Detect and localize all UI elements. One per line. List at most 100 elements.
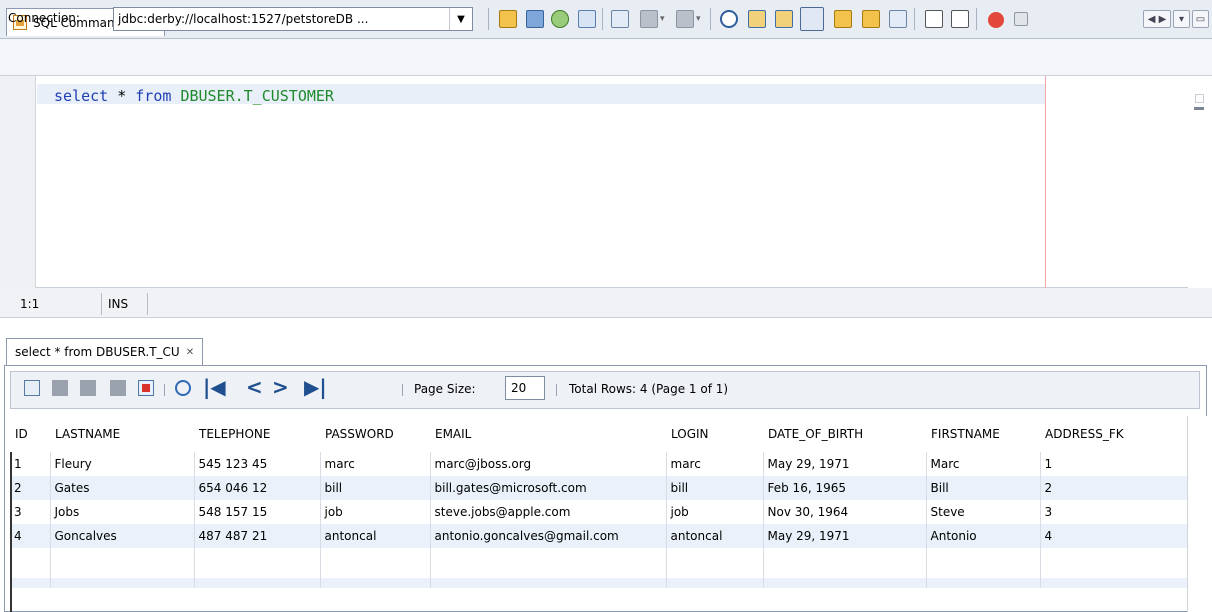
table-cell[interactable]: Jobs (50, 500, 195, 524)
table-cell[interactable]: Steve (926, 500, 1041, 524)
find-prev-icon[interactable] (748, 10, 766, 28)
scroll-tabs-button[interactable]: ◀ ▶ (1143, 10, 1171, 28)
delete-record-icon[interactable] (52, 380, 68, 396)
dropdown-arrow-icon[interactable]: ▾ (696, 14, 701, 24)
tab-query-result[interactable]: select * from DBUSER.T_CU ✕ (6, 338, 204, 365)
table-cell[interactable]: antoncal (666, 524, 764, 548)
commit-record-icon[interactable] (80, 380, 96, 396)
last-page-icon[interactable]: ▶| (304, 377, 327, 397)
next-page-icon[interactable]: > (272, 377, 289, 397)
tab-list-dropdown-button[interactable]: ▾ (1173, 10, 1190, 28)
column-header-id[interactable]: ID (10, 416, 50, 452)
table-cell[interactable]: 1 (1040, 452, 1188, 476)
table-cell[interactable]: 654 046 12 (194, 476, 321, 500)
table-row[interactable]: 4 Goncalves 487 487 21 antoncal antonio.… (10, 524, 1188, 548)
table-cell[interactable]: 1 (10, 452, 51, 476)
chevron-down-icon[interactable]: ▼ (449, 8, 472, 30)
prev-occurrence-icon[interactable] (834, 10, 852, 28)
table-cell[interactable]: antonio.goncalves@gmail.com (430, 524, 667, 548)
page-size-input[interactable]: 20 (505, 376, 545, 400)
table-cell[interactable]: Bill (926, 476, 1041, 500)
column-header-firstname[interactable]: FIRSTNAME (926, 416, 1040, 452)
table-cell[interactable]: antoncal (320, 524, 431, 548)
shift-left-icon[interactable] (925, 10, 943, 28)
table-cell[interactable]: marc (320, 452, 431, 476)
table-cell[interactable]: Fleury (50, 452, 195, 476)
insert-record-icon[interactable] (24, 380, 40, 396)
table-cell[interactable]: bill (320, 476, 431, 500)
shift-right-icon[interactable] (951, 10, 969, 28)
empty-cell (10, 548, 51, 578)
table-cell[interactable]: May 29, 1971 (763, 452, 927, 476)
table-cell[interactable]: Nov 30, 1964 (763, 500, 927, 524)
previous-page-icon[interactable]: < (246, 377, 263, 397)
history-icon[interactable] (551, 10, 569, 28)
new-query-icon[interactable] (578, 10, 596, 28)
toggle-comment-icon[interactable] (640, 10, 658, 28)
table-cell[interactable]: 2 (1040, 476, 1188, 500)
empty-cell (320, 578, 431, 588)
table-cell[interactable]: Feb 16, 1965 (763, 476, 927, 500)
first-page-icon[interactable]: |◀ (203, 377, 226, 397)
empty-cell (926, 548, 1041, 578)
table-cell[interactable]: steve.jobs@apple.com (430, 500, 667, 524)
right-margin-line (1045, 76, 1046, 288)
prev-bookmark-icon[interactable] (611, 10, 629, 28)
table-cell[interactable]: 548 157 15 (194, 500, 321, 524)
table-cell[interactable]: 2 (10, 476, 51, 500)
empty-cell (666, 548, 764, 578)
empty-cell (194, 578, 321, 588)
table-cell[interactable]: Marc (926, 452, 1041, 476)
table-cell[interactable]: 4 (10, 524, 51, 548)
find-icon[interactable] (720, 10, 738, 28)
table-cell[interactable]: 3 (1040, 500, 1188, 524)
table-cell[interactable]: Gates (50, 476, 195, 500)
table-cell[interactable]: 4 (1040, 524, 1188, 548)
next-occurrence-icon[interactable] (862, 10, 880, 28)
table-row[interactable]: 3 Jobs 548 157 15 job steve.jobs@apple.c… (10, 500, 1188, 524)
column-header-date-of-birth[interactable]: DATE_OF_BIRTH (763, 416, 926, 452)
table-cell[interactable]: 3 (10, 500, 51, 524)
truncate-table-icon[interactable] (138, 380, 154, 396)
table-row[interactable]: 1 Fleury 545 123 45 marc marc@jboss.org … (10, 452, 1188, 476)
cancel-edit-icon[interactable] (110, 380, 126, 396)
find-next-icon[interactable] (775, 10, 793, 28)
column-header-email[interactable]: EMAIL (430, 416, 666, 452)
sql-code-line[interactable]: select * from DBUSER.T_CUSTOMER (54, 87, 334, 105)
table-cell[interactable]: marc (666, 452, 764, 476)
table-cell[interactable]: job (666, 500, 764, 524)
table-cell[interactable]: Goncalves (50, 524, 195, 548)
shift-icon[interactable] (676, 10, 694, 28)
page-size-label: Page Size: (414, 382, 476, 396)
table-cell[interactable]: Antonio (926, 524, 1041, 548)
refresh-icon[interactable] (175, 380, 191, 396)
table-cell[interactable]: 487 487 21 (194, 524, 321, 548)
table-cell[interactable]: May 29, 1971 (763, 524, 927, 548)
table-cell[interactable]: bill.gates@microsoft.com (430, 476, 667, 500)
record-macro-icon[interactable] (988, 12, 1004, 28)
connection-toolbar (0, 38, 1212, 76)
table-cell[interactable]: bill (666, 476, 764, 500)
column-header-telephone[interactable]: TELEPHONE (194, 416, 320, 452)
column-header-login[interactable]: LOGIN (666, 416, 763, 452)
toggle-bookmark-icon[interactable] (889, 10, 907, 28)
column-header-address-fk[interactable]: ADDRESS_FK (1040, 416, 1187, 452)
stop-macro-icon[interactable] (1014, 12, 1028, 26)
dropdown-arrow-icon[interactable]: ▾ (660, 14, 665, 24)
table-cell[interactable]: 545 123 45 (194, 452, 321, 476)
maximize-window-button[interactable]: ▭ (1192, 10, 1209, 28)
empty-cell (430, 578, 667, 588)
insert-mode: INS (108, 297, 129, 311)
empty-row (10, 548, 1188, 578)
toggle-highlight-icon[interactable] (800, 7, 824, 31)
connect-icon[interactable] (526, 10, 544, 28)
run-sql-icon[interactable] (499, 10, 517, 28)
column-header-password[interactable]: PASSWORD (320, 416, 430, 452)
tab-close-icon[interactable]: ✕ (186, 347, 194, 358)
connection-select[interactable]: jdbc:derby://localhost:1527/petstoreDB .… (113, 7, 473, 31)
column-header-lastname[interactable]: LASTNAME (50, 416, 194, 452)
table-row[interactable]: 2 Gates 654 046 12 bill bill.gates@micro… (10, 476, 1188, 500)
sql-editor[interactable] (0, 76, 1212, 288)
table-cell[interactable]: job (320, 500, 431, 524)
table-cell[interactable]: marc@jboss.org (430, 452, 667, 476)
